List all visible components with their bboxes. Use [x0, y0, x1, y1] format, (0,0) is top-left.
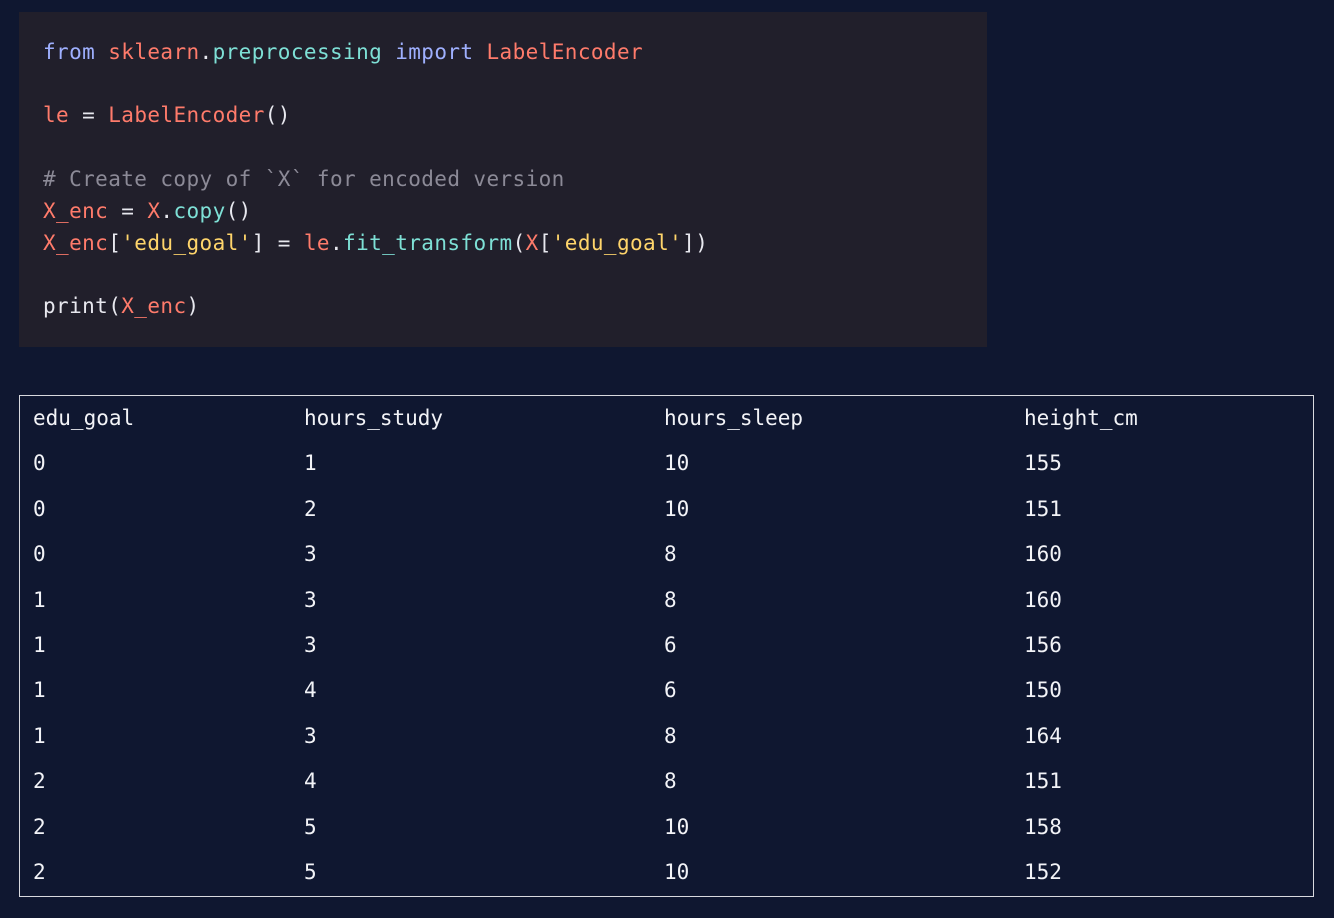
cell-height-cm: 164	[1024, 723, 1062, 748]
code-line-import: from sklearn.preprocessing import LabelE…	[43, 36, 643, 68]
cell-hours-study: 3	[304, 723, 317, 748]
cell-height-cm: 160	[1024, 542, 1062, 567]
variable-x-enc: X_enc	[121, 294, 187, 318]
paren-close: )	[186, 294, 200, 318]
bracket-open: [	[538, 231, 552, 255]
bracket-paren-close: ])	[682, 231, 709, 255]
submodule-name: preprocessing	[212, 40, 383, 64]
table-row: 1 3 6 156	[20, 623, 1313, 668]
table-row: 1 3 8 160	[20, 578, 1313, 623]
cell-hours-sleep: 10	[664, 860, 690, 884]
cell-edu-goal: 1	[33, 587, 46, 612]
module-name: sklearn	[108, 40, 200, 64]
paren-open: (	[512, 231, 526, 255]
variable-x-enc: X_enc	[43, 199, 109, 223]
cell-hours-sleep: 6	[664, 633, 677, 657]
imported-class: LabelEncoder	[486, 40, 644, 64]
column-header-hours-study: hours_study	[304, 406, 444, 430]
cell-height-cm: 158	[1024, 814, 1062, 839]
cell-edu-goal: 1	[33, 678, 46, 703]
cell-edu-goal: 0	[33, 451, 46, 476]
bracket-close-assign: ] =	[251, 231, 304, 255]
cell-hours-study: 3	[304, 542, 317, 567]
cell-hours-study: 3	[304, 587, 317, 612]
class-call: LabelEncoder	[108, 103, 265, 127]
cell-height-cm: 151	[1024, 496, 1062, 521]
cell-hours-sleep: 8	[664, 769, 677, 794]
table-row: 0 3 8 160	[20, 532, 1313, 577]
dot-operator: .	[199, 40, 213, 64]
variable-x: X	[525, 231, 539, 255]
string-key: 'edu_goal'	[551, 231, 683, 255]
cell-edu-goal: 0	[33, 496, 46, 521]
cell-hours-sleep: 8	[664, 587, 677, 612]
cell-height-cm: 151	[1024, 769, 1062, 794]
method-copy: copy	[173, 199, 226, 223]
code-line-encoder-init: le = LabelEncoder()	[43, 99, 291, 131]
cell-hours-sleep: 10	[664, 451, 690, 476]
variable-le: le	[43, 103, 70, 127]
cell-edu-goal: 2	[33, 860, 46, 884]
code-cell[interactable]: from sklearn.preprocessing import LabelE…	[19, 12, 987, 347]
variable-x-enc: X_enc	[43, 231, 109, 255]
cell-height-cm: 150	[1024, 678, 1062, 703]
print-call: print(	[43, 294, 122, 318]
output-table: edu_goal hours_study hours_sleep height_…	[19, 395, 1314, 897]
cell-height-cm: 160	[1024, 587, 1062, 612]
code-line-comment: # Create copy of `X` for encoded version	[43, 163, 565, 195]
cell-hours-study: 2	[304, 496, 317, 521]
code-line-fit-transform: X_enc['edu_goal'] = le.fit_transform(X['…	[43, 227, 708, 259]
assign-operator: =	[108, 199, 148, 223]
string-key: 'edu_goal'	[121, 231, 252, 255]
dot-operator: .	[160, 199, 174, 223]
cell-edu-goal: 1	[33, 723, 46, 748]
table-header-row: edu_goal hours_study hours_sleep height_…	[20, 396, 1313, 441]
table-row: 0 2 10 151	[20, 487, 1313, 532]
cell-edu-goal: 1	[33, 633, 46, 657]
cell-height-cm: 152	[1024, 860, 1062, 884]
cell-hours-study: 3	[304, 633, 317, 657]
cell-hours-sleep: 6	[664, 678, 677, 703]
column-header-edu-goal: edu_goal	[33, 406, 135, 430]
code-line-print: print(X_enc)	[43, 290, 200, 322]
comment-text: # Create copy of `X` for encoded version	[43, 167, 565, 191]
method-fit-transform: fit_transform	[343, 231, 513, 255]
cell-edu-goal: 0	[33, 542, 46, 567]
cell-edu-goal: 2	[33, 769, 46, 794]
cell-hours-study: 5	[304, 860, 317, 884]
assign-operator: =	[69, 103, 109, 127]
variable-x: X	[147, 199, 161, 223]
cell-hours-sleep: 8	[664, 723, 677, 748]
column-header-height-cm: height_cm	[1024, 406, 1138, 430]
table-row: 1 3 8 164	[20, 714, 1313, 759]
table-row: 2 5 10 158	[20, 805, 1313, 850]
cell-height-cm: 156	[1024, 633, 1062, 657]
table-row: 1 4 6 150	[20, 668, 1313, 713]
cell-hours-sleep: 10	[664, 496, 690, 521]
call-parens: ()	[225, 199, 252, 223]
table-row: 0 1 10 155	[20, 441, 1313, 486]
table-row: 2 4 8 151	[20, 759, 1313, 804]
variable-le: le	[303, 231, 330, 255]
cell-hours-study: 5	[304, 814, 317, 839]
column-header-hours-sleep: hours_sleep	[664, 406, 804, 430]
cell-edu-goal: 2	[33, 814, 46, 839]
bracket-open: [	[108, 231, 122, 255]
cell-hours-sleep: 8	[664, 542, 677, 567]
cell-hours-study: 1	[304, 451, 317, 476]
cell-hours-study: 4	[304, 769, 317, 794]
cell-hours-sleep: 10	[664, 814, 690, 839]
cell-hours-study: 4	[304, 678, 317, 703]
keyword-from: from	[43, 40, 96, 64]
keyword-import: import	[395, 40, 474, 64]
cell-height-cm: 155	[1024, 451, 1062, 476]
call-parens: ()	[264, 103, 291, 127]
dot-operator: .	[329, 231, 344, 255]
code-line-copy: X_enc = X.copy()	[43, 195, 252, 227]
table-row: 2 5 10 152	[20, 850, 1313, 895]
